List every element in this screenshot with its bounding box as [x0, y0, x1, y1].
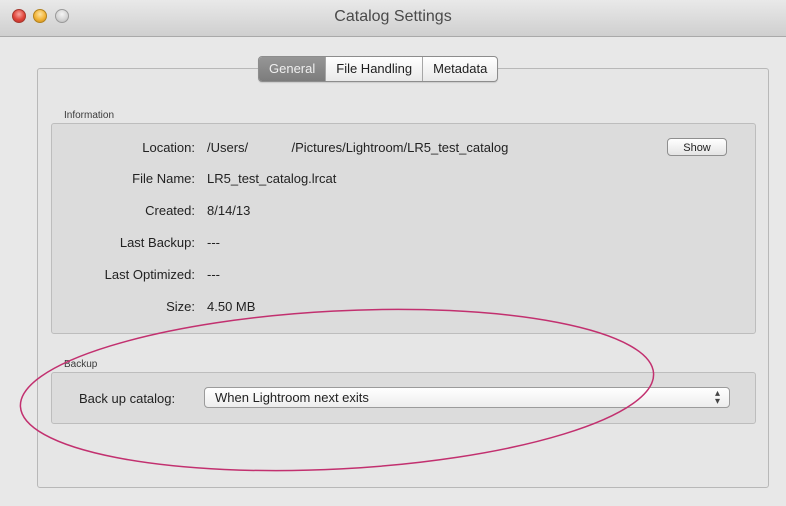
- last-optimized-value: ---: [207, 267, 220, 282]
- backup-section-label: Backup: [64, 359, 98, 370]
- tab-bar: General File Handling Metadata: [258, 56, 499, 82]
- file-name-row: File Name: LR5_test_catalog.lrcat: [52, 171, 755, 191]
- tab-general[interactable]: General: [259, 57, 326, 81]
- window-title: Catalog Settings: [334, 8, 452, 25]
- information-group: Location: /Users/ /Pictures/Lightroom/LR…: [51, 123, 756, 334]
- last-backup-value: ---: [207, 235, 220, 250]
- location-row: Location: /Users/ /Pictures/Lightroom/LR…: [52, 140, 755, 160]
- last-backup-label: Last Backup:: [119, 235, 195, 250]
- size-row: Size: 4.50 MB: [52, 299, 755, 319]
- location-value: /Users/ /Pictures/Lightroom/LR5_test_cat…: [207, 140, 509, 155]
- tab-file-handling[interactable]: File Handling: [325, 57, 422, 81]
- backup-catalog-label: Back up catalog:: [79, 391, 176, 406]
- size-value: 4.50 MB: [207, 299, 256, 314]
- file-name-label: File Name:: [132, 171, 195, 186]
- show-location-button[interactable]: Show: [667, 138, 727, 156]
- select-arrows-icon: ▴ ▾: [714, 388, 720, 407]
- file-name-value: LR5_test_catalog.lrcat: [207, 171, 337, 186]
- last-optimized-label: Last Optimized:: [104, 267, 195, 282]
- backup-frequency-value: When Lightroom next exits: [215, 390, 369, 405]
- size-label: Size:: [166, 299, 195, 314]
- backup-group: Back up catalog: When Lightroom next exi…: [51, 372, 756, 424]
- location-label: Location:: [142, 140, 195, 155]
- last-backup-row: Last Backup: ---: [52, 235, 755, 255]
- backup-frequency-select[interactable]: When Lightroom next exits ▴ ▾: [204, 387, 730, 408]
- information-section-label: Information: [64, 110, 115, 121]
- title-bar: Catalog Settings: [0, 0, 786, 37]
- tab-metadata[interactable]: Metadata: [422, 57, 497, 81]
- created-value: 8/14/13: [207, 203, 251, 218]
- catalog-settings-window: Catalog Settings General File Handling M…: [0, 0, 786, 506]
- created-row: Created: 8/14/13: [52, 203, 755, 223]
- created-label: Created:: [145, 203, 195, 218]
- last-optimized-row: Last Optimized: ---: [52, 267, 755, 287]
